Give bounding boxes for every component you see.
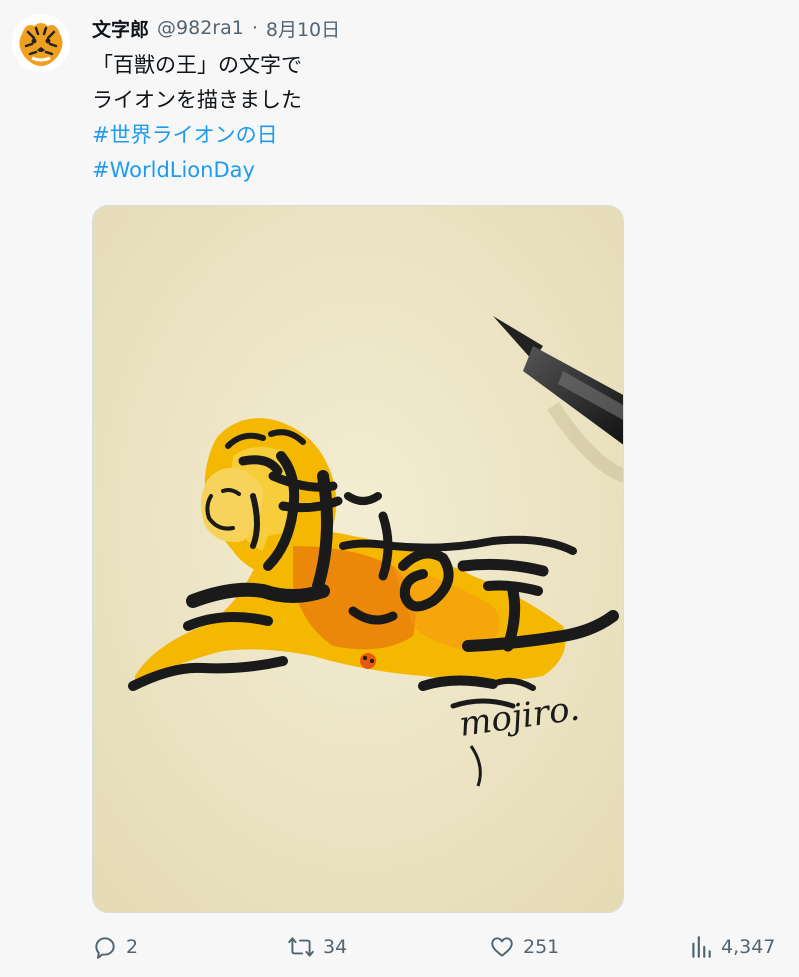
tweet: 文字郎 @982ra1 · 8月10日 「百獣の王」の文字で ライオンを描きまし… [0, 0, 799, 977]
tweet-media-image[interactable]: mojiro. [92, 205, 624, 913]
tweet-actions: 2 34 251 4,347 [92, 934, 792, 968]
reply-button[interactable]: 2 [92, 934, 138, 960]
heart-icon [491, 937, 513, 957]
reply-icon [95, 937, 115, 959]
tweet-text-line: 「百獣の王」の文字で [92, 53, 302, 77]
lion-calligraphy-illustration: mojiro. [93, 206, 623, 912]
like-button[interactable]: 251 [489, 934, 559, 960]
header-separator: · [251, 17, 258, 39]
tweet-header: 文字郎 @982ra1 · 8月10日 [92, 14, 340, 42]
retweet-icon [288, 937, 314, 957]
views-count: 4,347 [721, 936, 776, 958]
tiger-avatar-icon [12, 14, 70, 72]
views-button[interactable]: 4,347 [689, 934, 775, 960]
tweet-text-line: ライオンを描きました [92, 88, 302, 112]
tweet-date[interactable]: 8月10日 [266, 15, 340, 42]
reply-count: 2 [126, 936, 139, 958]
bar-chart-icon [692, 936, 711, 958]
author-avatar[interactable] [12, 14, 70, 72]
hashtag-link[interactable]: #WorldLionDay [92, 153, 302, 188]
hashtag-link[interactable]: #世界ライオンの日 [92, 118, 302, 153]
retweet-count: 34 [323, 936, 348, 958]
retweet-button[interactable]: 34 [287, 934, 347, 960]
tweet-text: 「百獣の王」の文字で ライオンを描きました #世界ライオンの日 #WorldLi… [92, 48, 302, 188]
like-count: 251 [523, 936, 560, 958]
author-handle[interactable]: @982ra1 [157, 17, 244, 39]
author-display-name[interactable]: 文字郎 [92, 15, 149, 42]
